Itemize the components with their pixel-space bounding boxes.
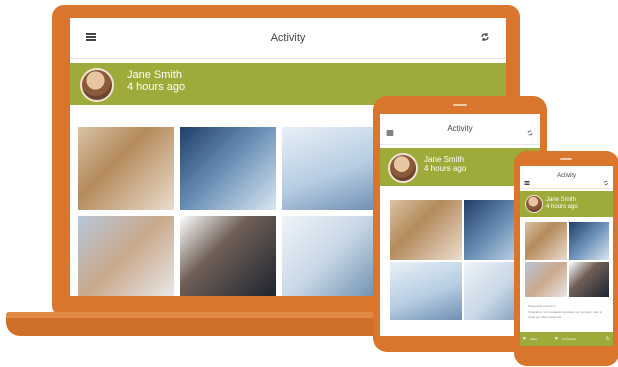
photo-lab-workers[interactable] xyxy=(180,127,276,210)
like-label[interactable]: Likes xyxy=(530,337,537,341)
photo-team-meeting[interactable] xyxy=(525,262,567,297)
comment-icon[interactable]: ♥ xyxy=(555,336,558,342)
laptop-title: Activity xyxy=(270,32,306,44)
photo-woman-smiling[interactable] xyxy=(78,127,174,210)
post-time: 4 hours ago xyxy=(127,81,186,93)
refresh-icon[interactable] xyxy=(525,124,535,136)
phone-screen: Activity Jane Smith 4 hours ago Pagamodi… xyxy=(520,166,613,346)
avatar xyxy=(80,68,114,102)
laptop-top-bar: Activity xyxy=(70,18,506,59)
refresh-icon[interactable] xyxy=(602,173,610,185)
photo-charts[interactable] xyxy=(390,262,462,320)
comment-label[interactable]: Comments xyxy=(562,337,577,341)
photo-charts[interactable] xyxy=(282,127,378,210)
phone-action-bar: ♥ Likes ♥ Comments ↻ xyxy=(520,332,613,346)
tablet-speaker xyxy=(453,104,467,106)
photo-businessman[interactable] xyxy=(180,216,276,296)
photo-woman-smiling[interactable] xyxy=(390,200,462,260)
phone-post-header: Jane Smith 4 hours ago xyxy=(520,191,613,217)
phone-top-bar: Activity xyxy=(520,166,613,189)
phone-title: Activity xyxy=(556,173,576,179)
user-name: Jane Smith xyxy=(127,69,183,81)
tablet-title: Activity xyxy=(447,124,473,133)
photo-woman-smiling[interactable] xyxy=(525,222,567,260)
photo-team-meeting[interactable] xyxy=(78,216,174,296)
photo-businessman[interactable] xyxy=(569,262,609,297)
tablet-top-bar: Activity xyxy=(380,114,540,145)
photo-lab-workers[interactable] xyxy=(569,222,609,260)
photo-handshake[interactable] xyxy=(282,216,378,296)
phone-post-text-1: Pagamodit persolum xyxy=(528,304,556,308)
phone-post-text-2: Perspicium sint occaecat cupidatat non p… xyxy=(528,310,603,314)
refresh-icon[interactable] xyxy=(478,30,492,44)
avatar xyxy=(525,195,543,213)
phone-post-text-3: culpa qui officia deserunt xyxy=(528,315,562,319)
avatar xyxy=(388,153,418,183)
heart-icon[interactable]: ♥ xyxy=(523,336,526,342)
phone-speaker xyxy=(560,158,572,160)
post-time: 4 hours ago xyxy=(424,164,467,173)
refresh-icon[interactable]: ↻ xyxy=(606,336,610,342)
post-time: 4 hours ago xyxy=(546,204,578,210)
user-name: Jane Smith xyxy=(546,197,577,203)
